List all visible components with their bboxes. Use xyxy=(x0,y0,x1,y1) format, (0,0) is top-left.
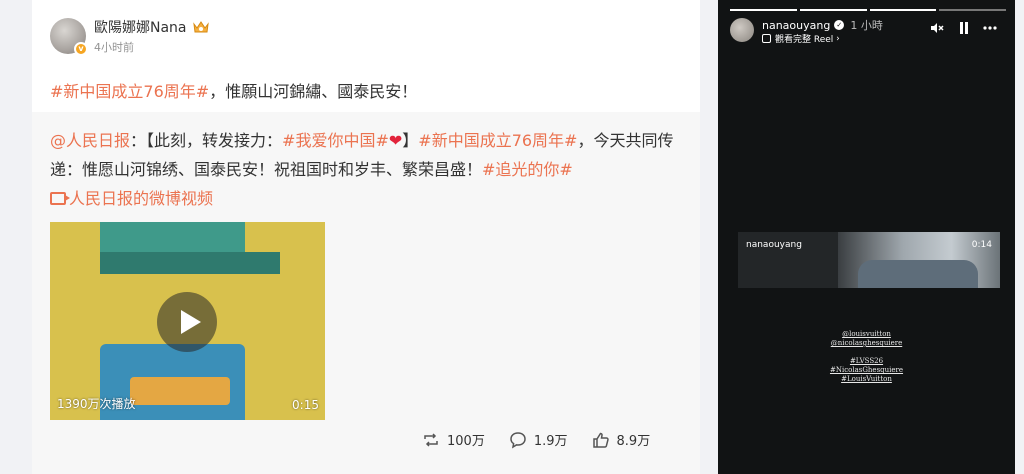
username[interactable]: 歐陽娜娜Nana xyxy=(94,17,187,37)
post-header: v 歐陽娜娜Nana 4小时前 xyxy=(50,16,210,56)
video-time: 0:14 xyxy=(971,240,992,250)
mute-icon[interactable] xyxy=(930,21,944,38)
chevron-right-icon: › xyxy=(833,33,840,44)
mention-link[interactable]: @人民日报 xyxy=(50,131,130,150)
comment-icon xyxy=(510,431,526,449)
video-illustration xyxy=(130,377,230,405)
weibo-post-card: v 歐陽娜娜Nana 4小时前 #新中国成立76周年#，惟願山河錦繡、國泰民安！… xyxy=(32,0,700,474)
video-link-label: 人民日报的微博视频 xyxy=(69,189,214,208)
reposted-content: @人民日报：【此刻，转发接力：#我爱你中国#❤】#新中国成立76周年#，今天共同… xyxy=(32,112,700,474)
video-link[interactable]: 人民日报的微博视频 xyxy=(50,189,213,208)
heart-emoji: ❤ xyxy=(388,131,403,150)
comment-count: 1.9万 xyxy=(533,434,568,449)
hashtag-link[interactable]: #我爱你中国# xyxy=(282,131,389,150)
video-view-count: 1390万次播放 xyxy=(57,397,136,411)
caption-hashtag[interactable]: #LouisVuitton xyxy=(718,375,1015,383)
crown-badge-icon xyxy=(192,21,209,33)
play-button[interactable] xyxy=(157,292,217,352)
reel-icon xyxy=(762,34,771,43)
video-illustration xyxy=(100,252,280,274)
story-username[interactable]: nanaouyang xyxy=(762,19,830,32)
progress-segment xyxy=(799,9,867,11)
verified-icon: ✓ xyxy=(834,20,845,30)
thumbs-up-icon xyxy=(592,432,609,448)
avatar[interactable]: v xyxy=(50,18,88,56)
story-time: 1 小時 xyxy=(850,19,883,32)
post-timestamp[interactable]: 4小时前 xyxy=(94,39,210,55)
post-actions: 100万 1.9万 8.9万 xyxy=(422,430,674,449)
like-count: 8.9万 xyxy=(616,434,651,449)
reel-label: 觀看完整 Reel xyxy=(775,35,834,45)
repost-count: 100万 xyxy=(447,434,485,449)
view-full-reel-link[interactable]: 觀看完整 Reel › xyxy=(762,32,840,45)
video-frame xyxy=(858,260,978,288)
progress-segment xyxy=(939,9,1006,11)
story-avatar[interactable] xyxy=(730,18,754,42)
video-player[interactable]: 1390万次播放 0:15 xyxy=(50,222,325,420)
post-text: #新中国成立76周年#，惟願山河錦繡、國泰民安！ xyxy=(50,78,417,102)
video-username: nanaouyang xyxy=(746,240,802,250)
comment-button[interactable]: 1.9万 xyxy=(509,430,568,449)
story-video-preview[interactable]: nanaouyang 0:14 xyxy=(738,232,1000,288)
caption-mention[interactable]: @nicolasghesquiere xyxy=(718,339,1015,347)
like-button[interactable]: 8.9万 xyxy=(592,430,651,449)
repost-text-part: ：【此刻，转发接力： xyxy=(130,131,283,150)
video-link-icon xyxy=(50,192,70,205)
verified-badge-icon: v xyxy=(74,42,88,56)
instagram-story: nanaouyang ✓ 1 小時 觀看完整 Reel › nanaouyang… xyxy=(718,0,1015,474)
screenshot-stage: v 歐陽娜娜Nana 4小时前 #新中国成立76周年#，惟願山河錦繡、國泰民安！… xyxy=(0,0,1024,474)
story-user-row: nanaouyang ✓ 1 小時 xyxy=(762,17,883,33)
hashtag-link[interactable]: #新中国成立76周年# xyxy=(418,131,577,150)
repost-text: @人民日报：【此刻，转发接力：#我爱你中国#❤】#新中国成立76周年#，今天共同… xyxy=(50,126,686,213)
caption-hashtag[interactable]: #NicolasGhesquiere xyxy=(718,366,1015,374)
user-info: 歐陽娜娜Nana 4小时前 xyxy=(94,17,210,55)
repost-icon xyxy=(424,432,438,447)
progress-segment xyxy=(730,9,797,11)
post-text-body: ，惟願山河錦繡、國泰民安！ xyxy=(209,82,418,101)
story-progress-bar xyxy=(730,9,1006,11)
username-row: 歐陽娜娜Nana xyxy=(94,17,210,37)
caption-hashtag[interactable]: #LVSS26 xyxy=(718,357,1015,365)
hashtag-link[interactable]: #追光的你# xyxy=(482,160,573,179)
pause-icon[interactable] xyxy=(958,21,970,38)
caption-mention[interactable]: @louisvuitton xyxy=(718,330,1015,338)
progress-segment xyxy=(869,9,937,11)
more-options-icon[interactable] xyxy=(982,21,998,38)
repost-text-part: 】 xyxy=(402,131,419,150)
hashtag-link[interactable]: #新中国成立76周年# xyxy=(50,82,209,101)
video-duration: 0:15 xyxy=(292,398,319,412)
repost-button[interactable]: 100万 xyxy=(422,430,485,449)
